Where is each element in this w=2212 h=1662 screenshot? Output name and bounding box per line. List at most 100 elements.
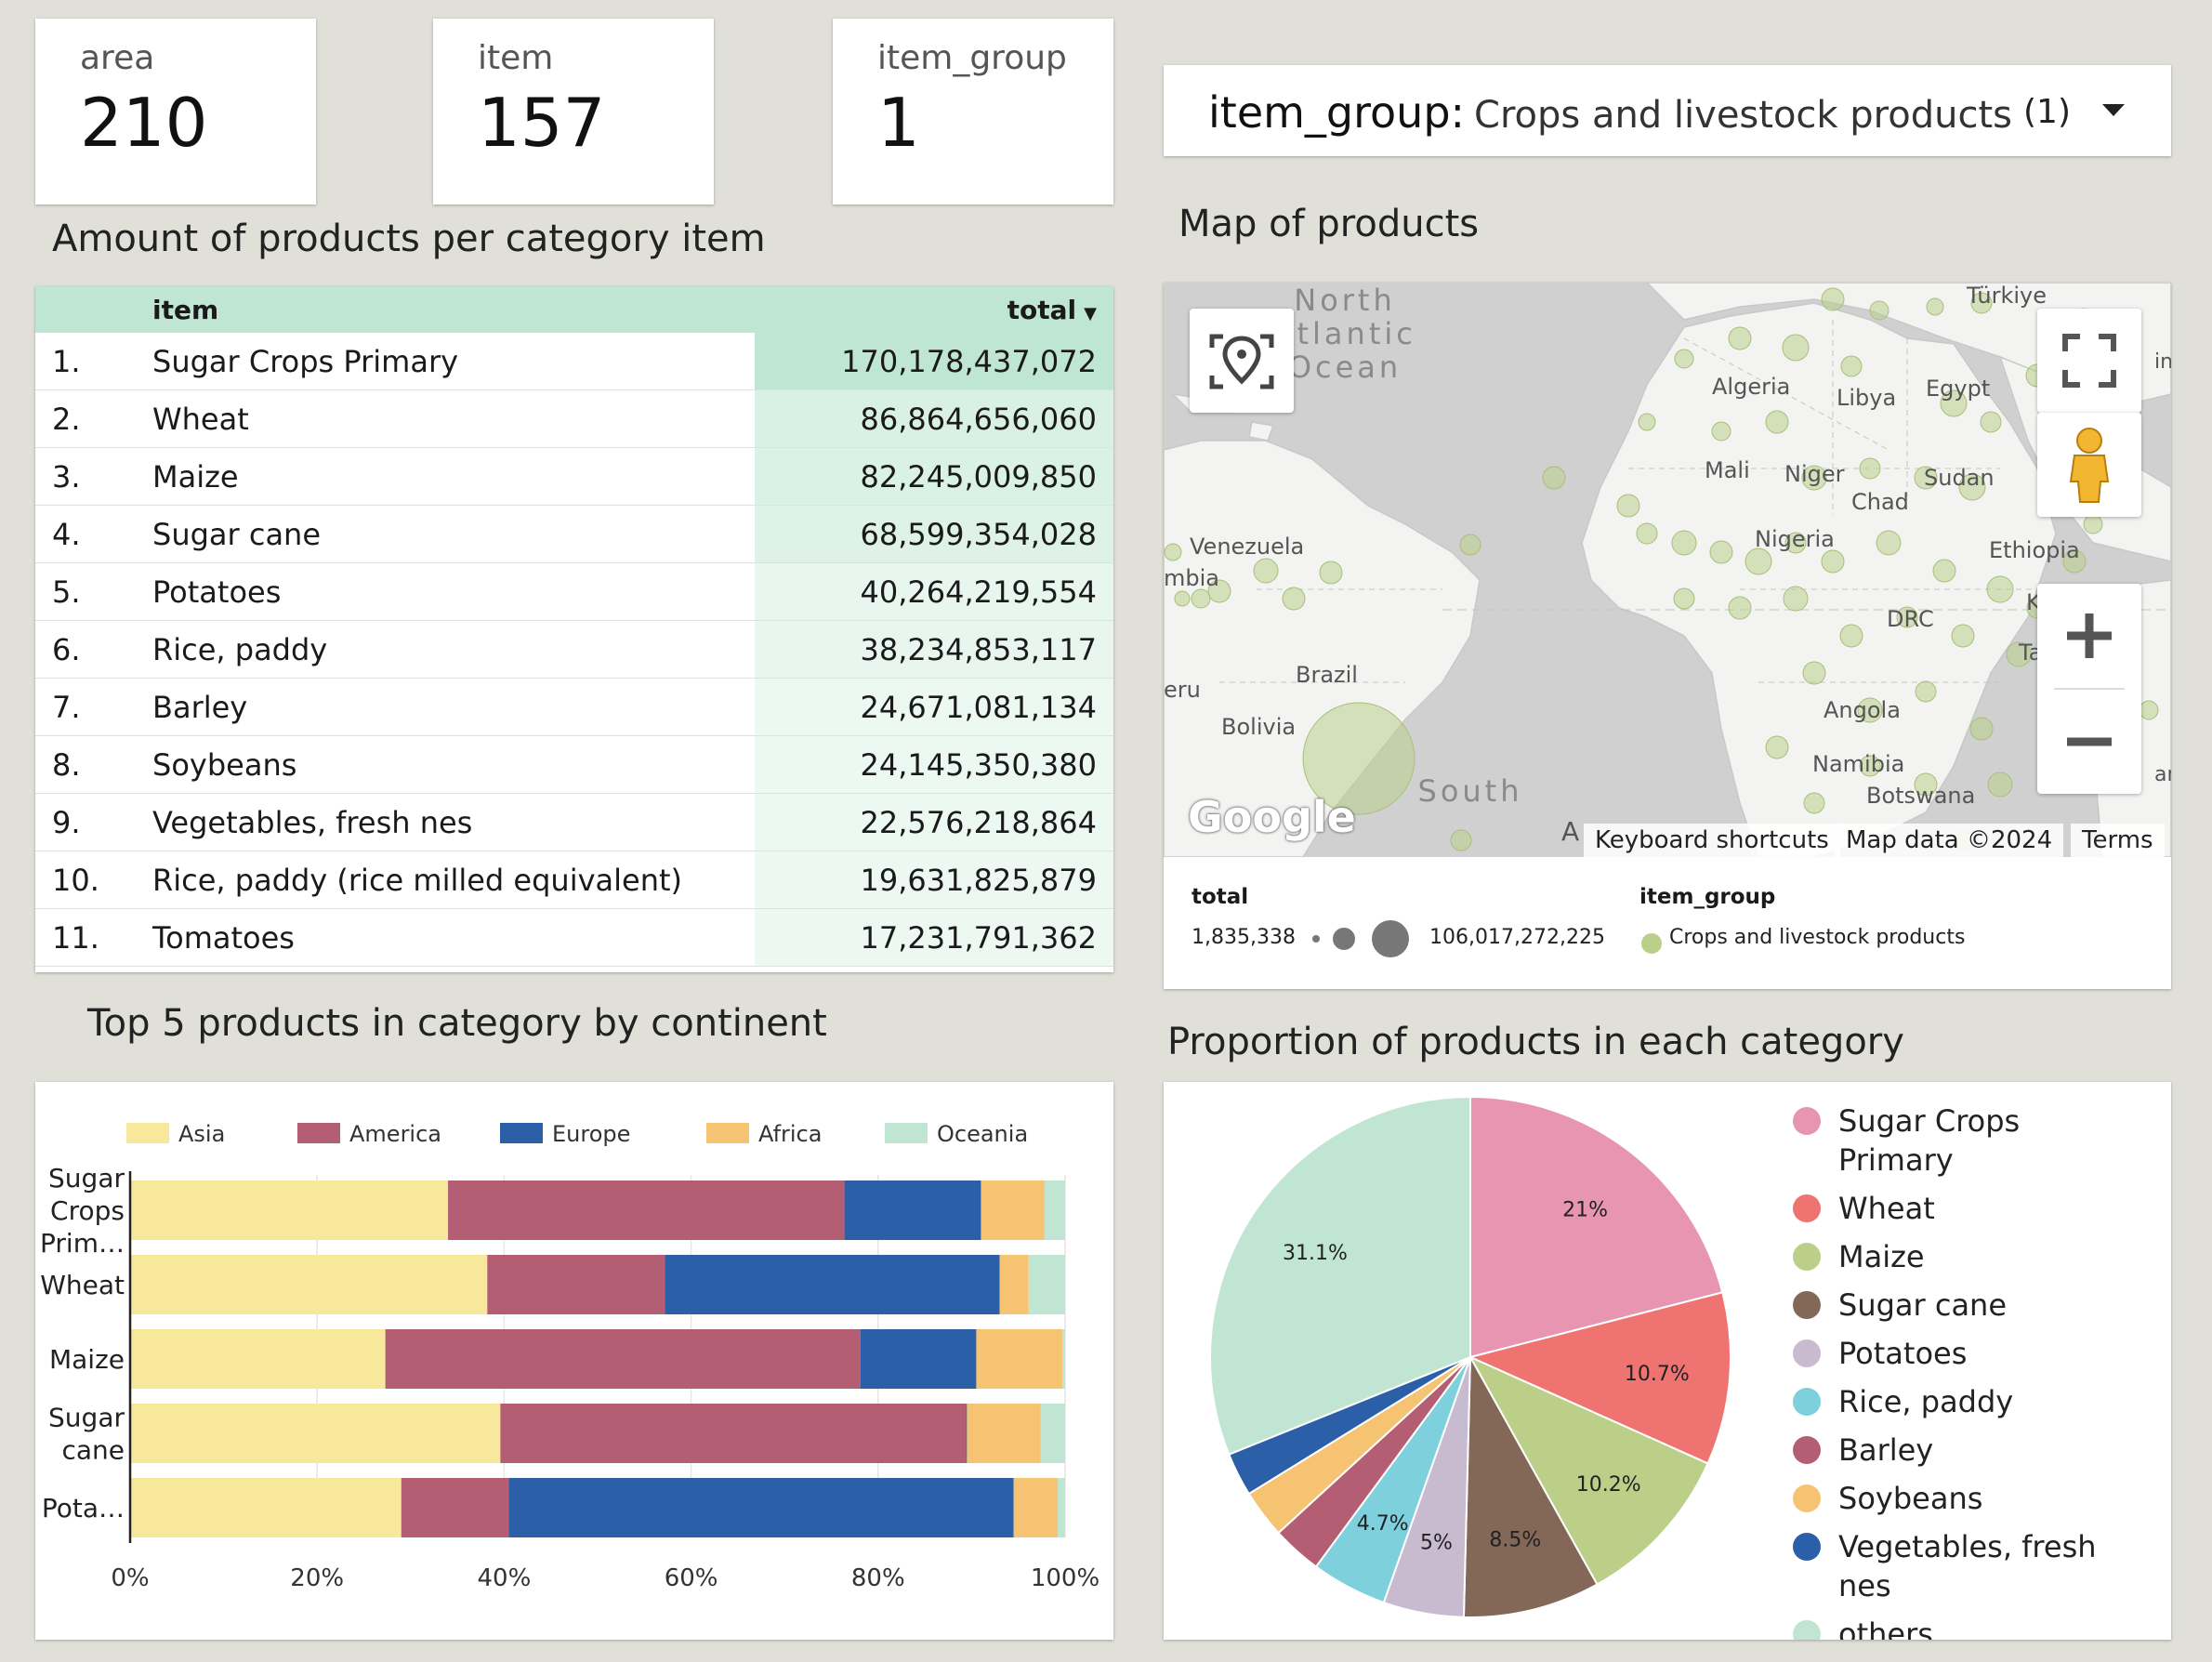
bar-segment[interactable] — [976, 1329, 1062, 1389]
bar-segment[interactable] — [999, 1255, 1029, 1314]
map-title: Map of products — [1178, 203, 1480, 245]
map-bubble[interactable] — [1709, 540, 1733, 564]
map-bubble[interactable] — [1638, 413, 1656, 431]
map-bubble[interactable] — [1783, 586, 1809, 612]
bar-segment[interactable] — [130, 1181, 449, 1240]
map-bubble[interactable] — [1821, 549, 1845, 574]
map-bubble[interactable] — [1926, 297, 1944, 316]
map-bubble[interactable] — [1951, 624, 1975, 648]
bar-segment[interactable] — [448, 1181, 845, 1240]
map-bubble[interactable] — [1745, 547, 1772, 575]
bar-segment[interactable] — [508, 1478, 1014, 1537]
table-row[interactable]: 1. Sugar Crops Primary 170,178,437,072 — [35, 333, 1113, 390]
legend-label: others — [1838, 1616, 1933, 1640]
map-bubble[interactable] — [1616, 494, 1640, 518]
total-column-header[interactable]: total ▼ — [755, 286, 1113, 333]
bar-segment[interactable] — [1057, 1478, 1065, 1537]
item-group-filter-dropdown[interactable]: item_group: Crops and livestock products … — [1164, 65, 2171, 156]
bar-segment[interactable] — [966, 1404, 968, 1463]
map-bubble[interactable] — [1869, 300, 1889, 321]
bar-segment[interactable] — [1013, 1478, 1058, 1537]
bar-segment[interactable] — [860, 1329, 977, 1389]
bar-segment[interactable] — [130, 1329, 386, 1389]
bar-segment[interactable] — [665, 1255, 1000, 1314]
map-bubble[interactable] — [1542, 466, 1566, 490]
map-bubble[interactable] — [1459, 534, 1481, 556]
map-bubble[interactable] — [1986, 575, 2014, 603]
map-bubble[interactable] — [1671, 530, 1697, 556]
google-logo[interactable]: Google — [1188, 792, 1356, 842]
item-column-header[interactable]: item — [152, 286, 755, 333]
map-canvas[interactable]: North Atlantic Ocean South Algeria Libya Egypt… — [1164, 283, 2171, 857]
map-bubble[interactable] — [1253, 558, 1279, 584]
map-bubble[interactable] — [2083, 514, 2103, 534]
table-row[interactable]: 2. Wheat 86,864,656,060 — [35, 389, 1113, 448]
table-row[interactable]: 9. Vegetables, fresh nes 22,576,218,864 — [35, 793, 1113, 851]
legend-label: Rice, paddy — [1838, 1384, 2013, 1419]
map-bubble[interactable] — [1674, 349, 1694, 369]
chevron-down-icon[interactable] — [2102, 104, 2125, 116]
table-row[interactable]: 8. Soybeans 24,145,350,380 — [35, 735, 1113, 794]
terms-link[interactable]: Terms — [2071, 824, 2165, 857]
map-bubble[interactable] — [1174, 590, 1191, 607]
map-bubble[interactable] — [1282, 587, 1306, 611]
bar-segment[interactable] — [981, 1181, 1045, 1240]
map-bubble[interactable] — [1319, 561, 1343, 585]
bar-segment[interactable] — [130, 1404, 501, 1463]
table-row[interactable]: 3. Maize 82,245,009,850 — [35, 447, 1113, 506]
country-label: Bolivia — [1221, 714, 1296, 740]
map-bubble[interactable] — [1765, 735, 1789, 759]
street-view-button[interactable] — [2037, 413, 2141, 517]
map-data-attribution[interactable]: Map data ©2024 — [1835, 824, 2064, 857]
map-bubble[interactable] — [1839, 624, 1863, 648]
map-bubble[interactable] — [1450, 829, 1472, 851]
zoom-out-button[interactable] — [2037, 690, 2141, 794]
keyboard-shortcuts-link[interactable]: Keyboard shortcuts — [1584, 824, 1840, 857]
table-row[interactable]: 7. Barley 24,671,081,134 — [35, 678, 1113, 736]
map-bubble[interactable] — [1728, 326, 1752, 350]
table-row[interactable]: 4. Sugar cane 68,599,354,028 — [35, 505, 1113, 563]
map-bubble[interactable] — [1821, 287, 1845, 311]
map-bubble[interactable] — [1915, 680, 1937, 703]
bar-segment[interactable] — [500, 1404, 967, 1463]
bar-segment[interactable] — [1028, 1255, 1065, 1314]
map-bubble[interactable] — [1636, 522, 1658, 545]
map-bubble[interactable] — [1980, 411, 2002, 433]
bar-segment[interactable] — [401, 1478, 509, 1537]
fullscreen-button[interactable] — [2037, 309, 2141, 413]
zoom-in-button[interactable] — [2037, 584, 2141, 688]
map-bubble[interactable] — [1840, 355, 1863, 377]
map-bubble[interactable] — [1859, 457, 1881, 480]
map-bubble[interactable] — [1987, 772, 2013, 798]
bar-segment[interactable] — [844, 1181, 981, 1240]
map-bubble[interactable] — [1876, 530, 1902, 556]
table-row[interactable]: 10. Rice, paddy (rice milled equivalent) 1… — [35, 851, 1113, 909]
map-bubble[interactable] — [1164, 543, 1182, 561]
bar-segment[interactable] — [1040, 1404, 1065, 1463]
bar-segment[interactable] — [1061, 1329, 1065, 1389]
country-label: Sudan — [1924, 465, 1995, 491]
map-bubble[interactable] — [2139, 700, 2159, 720]
bar-segment[interactable] — [967, 1404, 1041, 1463]
scorecard-value: 157 — [478, 84, 606, 162]
map-bubble[interactable] — [1803, 792, 1825, 814]
table-row[interactable]: 6. Rice, paddy 38,234,853,117 — [35, 620, 1113, 679]
map-bubble[interactable] — [1191, 588, 1211, 609]
bar-segment[interactable] — [1044, 1181, 1065, 1240]
map-bubble[interactable] — [1802, 661, 1826, 685]
map-bubble[interactable] — [1782, 334, 1810, 362]
map-bubble[interactable] — [1969, 717, 1994, 741]
sort-desc-icon[interactable]: ▼ — [1084, 304, 1097, 323]
bar-segment[interactable] — [130, 1255, 488, 1314]
bar-segment[interactable] — [385, 1329, 861, 1389]
table-row[interactable]: 5. Potatoes 40,264,219,554 — [35, 562, 1113, 621]
map-bubble[interactable] — [1673, 587, 1695, 610]
map-bubble[interactable] — [1765, 410, 1789, 434]
bar-segment[interactable] — [487, 1255, 665, 1314]
map-bubble[interactable] — [1728, 596, 1752, 620]
map-bubble[interactable] — [1711, 421, 1731, 442]
bar-segment[interactable] — [130, 1478, 402, 1537]
locate-button[interactable] — [1190, 309, 1294, 413]
table-row[interactable]: 11. Tomatoes 17,231,791,362 — [35, 908, 1113, 967]
map-bubble[interactable] — [1932, 559, 1956, 583]
